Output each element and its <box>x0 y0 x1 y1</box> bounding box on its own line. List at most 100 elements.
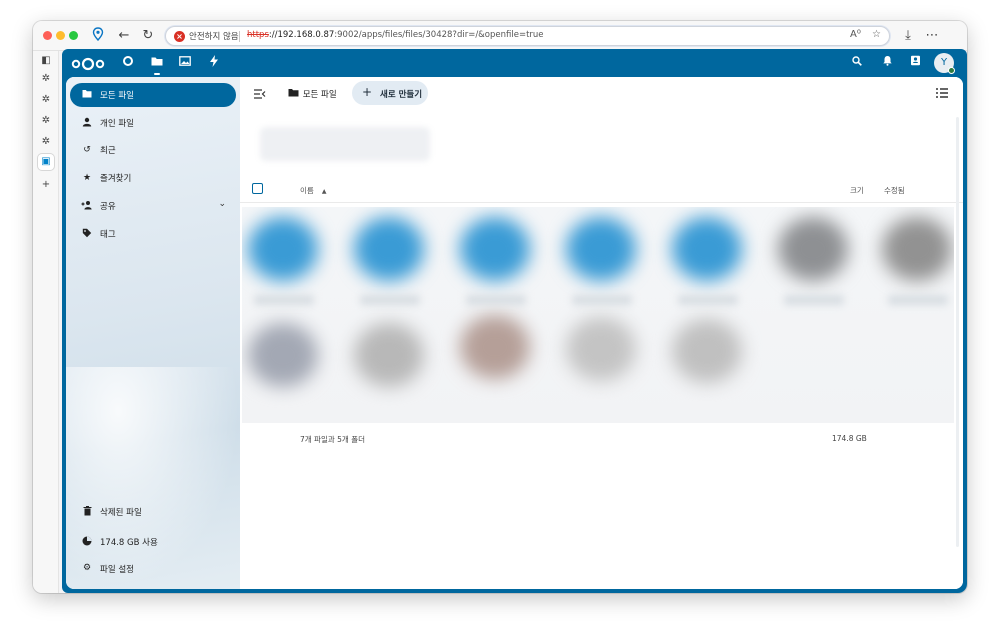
address-bar[interactable]: × 안전하지 않음 https://192.168.0.87:9002/apps… <box>165 26 890 46</box>
tab-favicon-icon[interactable]: ✲ <box>38 134 54 150</box>
user-icon <box>81 117 93 129</box>
close-window-button[interactable] <box>43 31 52 40</box>
file-name-placeholder <box>888 295 948 305</box>
file-thumbnail[interactable] <box>882 217 952 281</box>
minimize-window-button[interactable] <box>56 31 65 40</box>
file-thumbnail[interactable] <box>354 323 424 387</box>
activity-app-bolt-icon[interactable] <box>206 55 222 71</box>
security-label[interactable]: 안전하지 않음 <box>189 30 239 42</box>
sidebar-item-label: 태그 <box>100 230 116 240</box>
sidebar-item-label: 모든 파일 <box>100 91 134 101</box>
sidebar-item-personal-files[interactable]: 개인 파일 <box>70 111 236 135</box>
column-name-label: 이름 <box>300 186 314 195</box>
breadcrumb-current[interactable]: 모든 파일 <box>303 90 337 100</box>
url-text[interactable]: https://192.168.0.87:9002/apps/files/fil… <box>247 30 544 40</box>
summary-count: 7개 파일과 5개 폴더 <box>300 435 365 444</box>
browser-toolbar: ← ↻ × 안전하지 않음 https://192.168.0.87:9002/… <box>33 21 967 51</box>
sort-ascending-icon: ▲ <box>321 188 327 195</box>
back-arrow-icon[interactable]: ← <box>115 27 133 45</box>
navigation-toggle-icon[interactable] <box>254 89 268 101</box>
sidebar-item-shares[interactable]: 공유 ⌄ <box>70 194 236 218</box>
vertical-tab-strip: ◧ ✲ ✲ ✲ ✲ ▣ + <box>33 51 59 593</box>
file-thumbnail[interactable] <box>248 323 318 387</box>
file-thumbnail[interactable] <box>672 319 742 383</box>
dashboard-app-circle-icon[interactable] <box>120 55 136 71</box>
column-modified[interactable]: 수정됨 <box>884 185 905 196</box>
file-list-header: 이름 ▲ 크기 수정됨 <box>240 177 963 203</box>
plus-icon: + <box>362 85 373 99</box>
file-thumbnail[interactable] <box>566 317 636 381</box>
sidebar-background <box>66 367 240 589</box>
files-sidebar: 모든 파일 개인 파일 ↺ 최근 ★ 즐겨찾기 공유 ⌄ 태그 삭제된 파일 1… <box>66 77 240 589</box>
maximize-window-button[interactable] <box>69 31 78 40</box>
folder-icon <box>81 89 93 101</box>
summary-size: 174.8 GB <box>832 434 867 443</box>
photos-app-image-icon[interactable] <box>177 55 193 71</box>
chevron-down-icon[interactable]: ⌄ <box>218 199 226 209</box>
file-list-summary: 7개 파일과 5개 폴더 174.8 GB <box>240 429 963 449</box>
folder-icon <box>288 88 300 100</box>
share-add-user-icon <box>81 200 93 212</box>
contacts-icon[interactable] <box>907 55 923 71</box>
sidebar-files-settings[interactable]: ⚙ 파일 설정 <box>70 558 236 580</box>
sidebar-deleted-files[interactable]: 삭제된 파일 <box>70 501 236 523</box>
file-grid <box>242 207 954 423</box>
file-name-placeholder <box>678 295 738 305</box>
folder-thumbnail[interactable] <box>248 217 318 281</box>
gear-icon: ⚙ <box>82 563 92 573</box>
column-size[interactable]: 크기 <box>850 185 864 196</box>
sidebar-item-label: 개인 파일 <box>100 119 134 129</box>
folder-thumbnail[interactable] <box>672 217 742 281</box>
address-divider <box>239 31 240 42</box>
files-app-folder-icon[interactable] <box>149 55 165 75</box>
star-icon: ★ <box>82 173 92 183</box>
list-view-toggle-icon[interactable] <box>936 88 950 100</box>
location-pin-icon[interactable] <box>89 27 107 45</box>
url-host: ://192.168.0.87 <box>268 30 335 40</box>
nextcloud-app: Y 모든 파일 개인 파일 ↺ 최근 ★ 즐겨찾기 공유 ⌄ 태그 삭제된 파일… <box>62 49 967 593</box>
file-name-placeholder <box>784 295 844 305</box>
search-icon[interactable] <box>849 55 865 71</box>
trash-icon <box>81 506 93 519</box>
file-thumbnail[interactable] <box>778 217 848 281</box>
history-icon: ↺ <box>83 145 91 155</box>
sidebar-footer-label: 파일 설정 <box>100 565 134 575</box>
select-all-checkbox[interactable] <box>252 183 263 194</box>
pie-chart-icon <box>81 536 93 549</box>
browser-window: ← ↻ × 안전하지 않음 https://192.168.0.87:9002/… <box>33 21 967 593</box>
new-item-button[interactable]: + 새로 만들기 <box>352 81 428 105</box>
column-name[interactable]: 이름 ▲ <box>300 185 326 196</box>
breadcrumb[interactable]: 모든 파일 <box>288 88 337 102</box>
active-tab-files-icon[interactable]: ▣ <box>38 154 54 170</box>
new-tab-plus-icon[interactable]: + <box>38 177 54 193</box>
tab-favicon-icon[interactable]: ✲ <box>38 71 54 87</box>
favorite-star-icon[interactable]: ☆ <box>872 29 881 40</box>
tab-sidebar-toggle-icon[interactable]: ◧ <box>38 53 54 69</box>
folder-thumbnail[interactable] <box>354 217 424 281</box>
nextcloud-logo-icon[interactable] <box>70 56 106 71</box>
folder-thumbnail[interactable] <box>460 217 530 281</box>
sidebar-item-label: 공유 <box>100 202 116 212</box>
sidebar-storage-usage[interactable]: 174.8 GB 사용 <box>70 531 236 553</box>
more-menu-icon[interactable]: ⋯ <box>923 27 941 45</box>
tab-favicon-icon[interactable]: ✲ <box>38 92 54 108</box>
file-name-placeholder <box>254 295 314 305</box>
online-status-indicator <box>948 67 955 74</box>
reload-icon[interactable]: ↻ <box>139 27 157 45</box>
download-icon[interactable]: ⤓ <box>899 27 917 45</box>
file-thumbnail[interactable] <box>460 315 530 379</box>
sidebar-item-all-files[interactable]: 모든 파일 <box>70 83 236 107</box>
sidebar-item-favorites[interactable]: ★ 즐겨찾기 <box>70 166 236 190</box>
sidebar-item-tags[interactable]: 태그 <box>70 222 236 246</box>
scrollbar[interactable] <box>956 117 959 547</box>
sidebar-footer-label: 삭제된 파일 <box>100 508 142 518</box>
blurred-banner <box>260 127 430 161</box>
sidebar-item-recent[interactable]: ↺ 최근 <box>70 138 236 162</box>
tab-favicon-icon[interactable]: ✲ <box>38 113 54 129</box>
folder-thumbnail[interactable] <box>566 217 636 281</box>
reader-mode-icon[interactable]: A⁰ <box>850 29 861 40</box>
security-warning-icon[interactable]: × <box>174 31 185 42</box>
url-scheme: https <box>247 30 269 40</box>
new-item-label: 새로 만들기 <box>380 90 423 100</box>
notifications-bell-icon[interactable] <box>879 55 895 71</box>
